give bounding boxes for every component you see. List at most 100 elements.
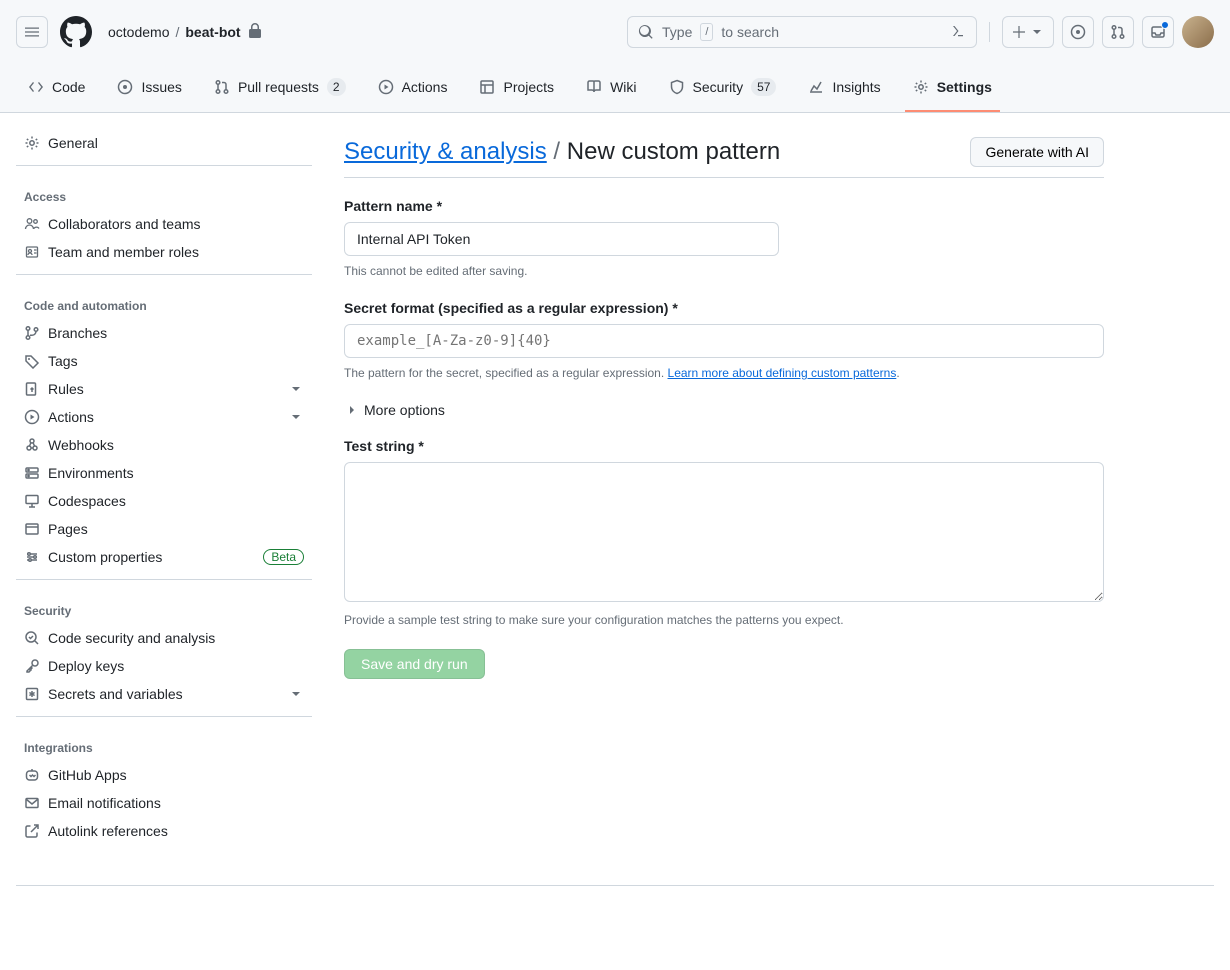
generate-with-ai-button[interactable]: Generate with AI [970,137,1104,167]
page-header: Security & analysis / New custom pattern… [344,137,1104,178]
search-prefix: Type [662,24,692,40]
key-icon [24,658,40,674]
test-string-label: Test string * [344,438,1104,454]
play-icon [24,409,40,425]
sidebar-item-label: Webhooks [48,437,114,453]
divider [989,22,990,42]
sidebar-heading-security: Security [16,588,312,624]
tab-wiki-label: Wiki [610,72,636,102]
tab-issues[interactable]: Issues [109,64,189,112]
hamburger-menu-button[interactable] [16,16,48,48]
sidebar-item-label: Tags [48,353,78,369]
sidebar-item-label: Email notifications [48,795,161,811]
sidebar-item-custom-properties[interactable]: Custom properties Beta [16,543,312,571]
search-icon [638,24,654,40]
pulls-count-badge: 2 [327,78,346,96]
sidebar-item-secrets-variables[interactable]: Secrets and variables [16,680,312,708]
chevron-down-icon [288,409,304,425]
learn-more-link[interactable]: Learn more about defining custom pattern… [668,366,897,380]
tab-settings[interactable]: Settings [905,64,1000,112]
pattern-name-help: This cannot be edited after saving. [344,264,1104,278]
browser-icon [24,521,40,537]
sliders-icon [24,549,40,565]
sidebar-item-pages[interactable]: Pages [16,515,312,543]
breadcrumb-link[interactable]: Security & analysis [344,138,547,165]
issues-icon-button[interactable] [1062,16,1094,48]
sidebar-item-tags[interactable]: Tags [16,347,312,375]
repo-link[interactable]: beat-bot [185,24,240,40]
breadcrumb-sep: / [553,138,566,165]
hubot-icon [24,767,40,783]
mail-icon [24,795,40,811]
help-text: The pattern for the secret, specified as… [344,366,668,380]
tab-security[interactable]: Security 57 [661,64,785,112]
sidebar-item-webhooks[interactable]: Webhooks [16,431,312,459]
sidebar-item-autolink[interactable]: Autolink references [16,817,312,845]
create-new-button[interactable] [1002,16,1054,48]
owner-link[interactable]: octodemo [108,24,169,40]
notification-dot-icon [1161,21,1169,29]
sidebar-item-email-notifications[interactable]: Email notifications [16,789,312,817]
sidebar-heading-code-automation: Code and automation [16,283,312,319]
sidebar-item-label: Pages [48,521,88,537]
search-suffix: to search [721,24,779,40]
sidebar-item-general[interactable]: General [16,129,312,157]
footer-divider [16,885,1214,886]
sidebar-item-label: Rules [48,381,84,397]
sidebar-item-actions[interactable]: Actions [16,403,312,431]
search-input[interactable]: Type / to search [627,16,977,48]
tag-icon [24,353,40,369]
sidebar-item-label: Actions [48,409,94,425]
sidebar-item-codespaces[interactable]: Codespaces [16,487,312,515]
sidebar-item-label: Deploy keys [48,658,124,674]
main-content: Security & analysis / New custom pattern… [320,113,1200,861]
sidebar-item-environments[interactable]: Environments [16,459,312,487]
page-title: Security & analysis / New custom pattern [344,138,780,166]
tab-projects[interactable]: Projects [471,64,562,112]
sidebar-item-branches[interactable]: Branches [16,319,312,347]
save-and-dry-run-button[interactable]: Save and dry run [344,649,485,679]
tab-pull-requests[interactable]: Pull requests 2 [206,64,354,112]
tab-settings-label: Settings [937,72,992,102]
security-count-badge: 57 [751,78,776,96]
plus-icon [1011,24,1027,40]
breadcrumb: octodemo / beat-bot [108,23,263,42]
sidebar-item-team-roles[interactable]: Team and member roles [16,238,312,266]
tab-code[interactable]: Code [20,64,93,112]
more-options-toggle[interactable]: More options [344,402,1104,418]
tab-actions-label: Actions [402,72,448,102]
test-string-help: Provide a sample test string to make sur… [344,613,1104,627]
tab-insights[interactable]: Insights [800,64,888,112]
codescan-icon [24,630,40,646]
sidebar-item-deploy-keys[interactable]: Deploy keys [16,652,312,680]
command-palette-icon[interactable] [950,23,966,42]
secret-format-input[interactable] [344,324,1104,358]
notifications-button[interactable] [1142,16,1174,48]
tab-pulls-label: Pull requests [238,72,319,102]
link-external-icon [24,823,40,839]
sidebar-item-label: GitHub Apps [48,767,127,783]
top-bar: octodemo / beat-bot Type / to search [0,0,1230,64]
repo-push-icon [24,381,40,397]
tab-wiki[interactable]: Wiki [578,64,644,112]
pattern-name-input[interactable] [344,222,779,256]
tab-actions[interactable]: Actions [370,64,456,112]
gear-icon [24,135,40,151]
github-logo-icon[interactable] [60,16,92,48]
sidebar-item-code-security[interactable]: Code security and analysis [16,624,312,652]
people-icon [24,216,40,232]
sidebar-item-label: Codespaces [48,493,126,509]
sidebar-item-collaborators[interactable]: Collaborators and teams [16,210,312,238]
sidebar-item-label: Custom properties [48,549,162,565]
sidebar-heading-integrations: Integrations [16,725,312,761]
avatar[interactable] [1182,16,1214,48]
test-string-textarea[interactable] [344,462,1104,602]
pull-requests-icon-button[interactable] [1102,16,1134,48]
pattern-name-label: Pattern name * [344,198,1104,214]
codespaces-icon [24,493,40,509]
sidebar-item-github-apps[interactable]: GitHub Apps [16,761,312,789]
more-options-label: More options [364,402,445,418]
chevron-down-icon [288,686,304,702]
sidebar-item-rules[interactable]: Rules [16,375,312,403]
tab-code-label: Code [52,72,85,102]
